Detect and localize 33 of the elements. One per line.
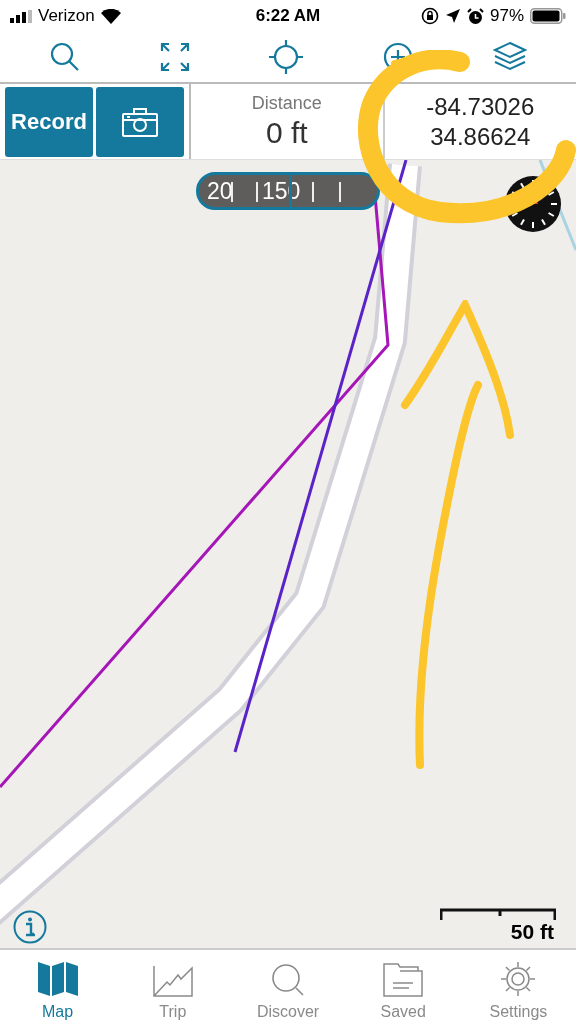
crosshair-icon[interactable] [269,40,303,74]
search-icon [271,963,305,997]
alarm-icon [466,7,484,25]
carrier-name: Verizon [38,6,95,26]
distance-value: 0 ft [265,116,308,150]
tab[interactable]: Discover [230,950,346,1024]
clock-time: 6:22 AM [255,6,321,26]
folder-icon [383,963,424,997]
tab[interactable]: Map [0,950,116,1024]
longitude-value: -84.73026 [426,92,535,121]
signal-icon [10,9,32,23]
map-icon [36,961,79,997]
scale-label: 50 ft [510,920,555,944]
latitude-value: 34.86624 [430,122,531,151]
expand-icon[interactable] [160,42,191,72]
tab[interactable]: Settings [460,950,576,1024]
record-button[interactable]: Record [5,87,93,157]
chart-icon [152,965,193,997]
location-arrow-icon [444,8,461,24]
battery-icon [530,8,566,24]
battery-percent: 97% [489,6,524,26]
tab[interactable]: Trip [115,950,231,1024]
info-icon[interactable] [13,910,47,944]
gear-icon [500,961,537,997]
tape-label: 20 [207,178,233,205]
compass-icon[interactable] [504,175,562,233]
rotation-lock-icon [420,7,439,25]
camera-button[interactable] [96,87,184,157]
tab[interactable]: Saved [345,950,461,1024]
camera-icon [122,107,158,137]
wifi-icon [100,8,121,24]
distance-label: Distance [251,93,322,114]
layers-icon[interactable] [492,41,527,73]
